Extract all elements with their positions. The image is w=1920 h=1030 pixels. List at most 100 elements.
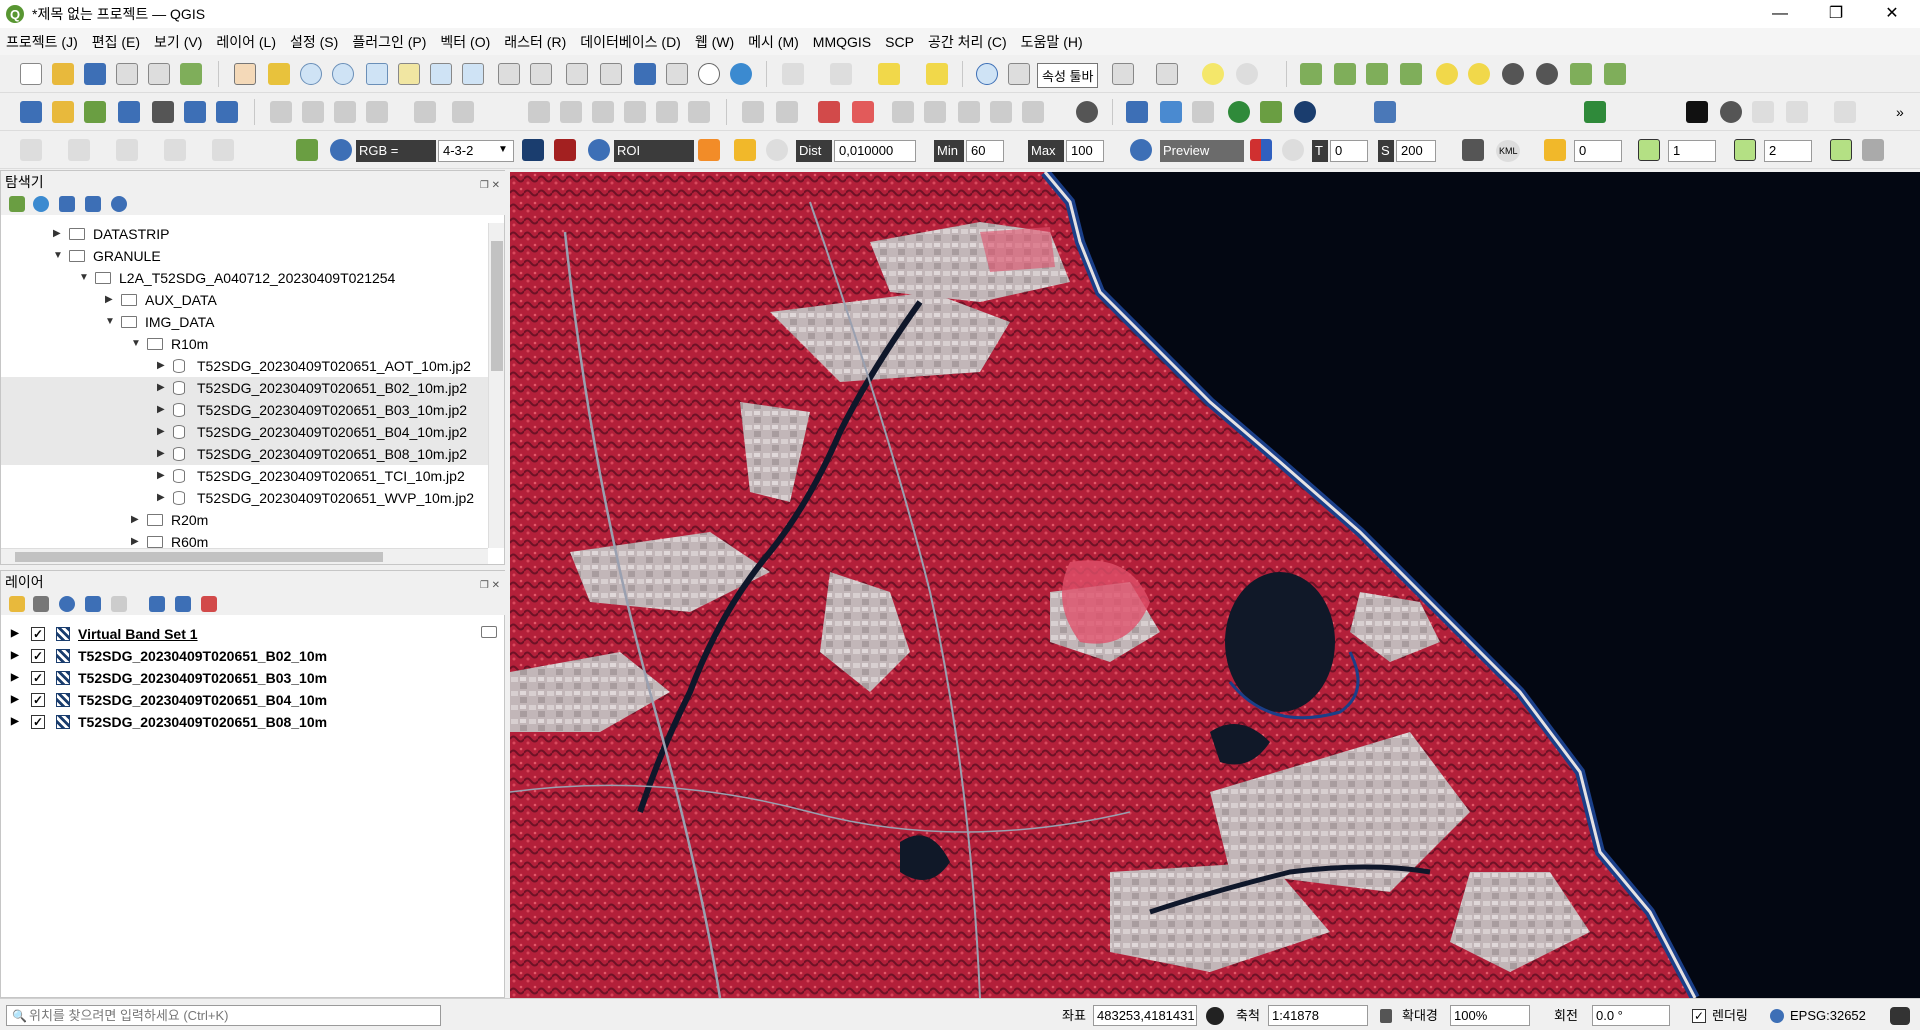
run-1-icon[interactable] [1638, 139, 1660, 161]
toggle-editing-icon[interactable] [302, 101, 324, 123]
menu-raster[interactable]: 래스터 (R) [504, 32, 566, 52]
overflow-chevron-icon[interactable]: » [1896, 101, 1918, 123]
shape-tool-2-icon[interactable] [68, 139, 90, 161]
new-geopackage-icon[interactable] [52, 101, 74, 123]
label-highlight-icon[interactable] [818, 101, 840, 123]
menu-processing[interactable]: 공간 처리 (C) [928, 32, 1007, 52]
roi-tool-2-icon[interactable] [554, 139, 576, 161]
redo-preview-icon[interactable] [1282, 139, 1304, 161]
rotation-spin[interactable]: 0.0 ° [1592, 1005, 1670, 1026]
scp-tool-icon[interactable] [1584, 101, 1606, 123]
crs-label[interactable]: EPSG:32652 [1790, 1005, 1866, 1026]
pan-hand-icon[interactable] [234, 63, 256, 85]
menu-help[interactable]: 도움말 (H) [1021, 32, 1083, 52]
browser-item[interactable]: ▶ DATASTRIP [1, 223, 488, 245]
coord-field[interactable]: 483253,4181431 [1093, 1005, 1197, 1026]
add-wms-icon[interactable] [152, 101, 174, 123]
expand-right-icon[interactable]: ▶ [105, 289, 113, 311]
sync-icon[interactable] [1228, 101, 1250, 123]
georeferencer-icon[interactable] [1160, 101, 1182, 123]
render-checkbox[interactable]: ✓ [1692, 1009, 1706, 1023]
layer-visibility-checkbox[interactable]: ✓ [31, 715, 45, 729]
zoom-layer-icon[interactable] [430, 63, 452, 85]
label-options-icon[interactable] [990, 101, 1012, 123]
kml-label[interactable]: KML [1496, 140, 1520, 162]
new-bookmark-icon[interactable] [634, 63, 656, 85]
expand-down-icon[interactable]: ▼ [105, 311, 115, 333]
browser-hscrollbar[interactable] [1, 548, 488, 564]
move-label-icon[interactable] [892, 101, 914, 123]
data-source-manager-icon[interactable] [20, 101, 42, 123]
redo-icon[interactable] [688, 101, 710, 123]
expand-right-icon[interactable]: ▶ [157, 399, 165, 421]
zoom-full-icon[interactable] [366, 63, 388, 85]
new-project-icon[interactable] [20, 63, 42, 85]
band-set-icon[interactable] [296, 139, 318, 161]
menu-layer[interactable]: 레이어 (L) [216, 32, 276, 52]
zoom-out-icon[interactable] [332, 63, 354, 85]
expand-down-icon[interactable]: ▼ [53, 245, 63, 267]
modify-attributes-icon[interactable] [452, 101, 474, 123]
menu-project[interactable]: 프로젝트 (J) [6, 32, 78, 52]
grid-tool-icon[interactable] [1862, 139, 1884, 161]
expand-right-icon[interactable]: ▶ [131, 531, 139, 548]
zoom-preview-icon[interactable] [1130, 139, 1152, 161]
reload-icon[interactable] [1786, 101, 1808, 123]
menu-view[interactable]: 보기 (V) [154, 32, 202, 52]
min-input[interactable]: 60 [966, 140, 1004, 162]
histogram-4-icon[interactable] [1400, 63, 1422, 85]
add-icon[interactable] [1752, 101, 1774, 123]
expand-right-icon[interactable]: ▶ [53, 223, 61, 245]
undo-icon[interactable] [656, 101, 678, 123]
layer-visibility-checkbox[interactable]: ✓ [31, 693, 45, 707]
zoom-selection-icon[interactable] [398, 63, 420, 85]
t-input[interactable]: 0 [1330, 140, 1368, 162]
menu-web[interactable]: 웹 (W) [695, 32, 734, 52]
layer-item[interactable]: ▶ ✓ T52SDG_20230409T020651_B04_10m [1, 689, 504, 711]
add-vector-icon[interactable] [84, 101, 106, 123]
gamma-up-icon[interactable] [1570, 63, 1592, 85]
show-bookmarks-icon[interactable] [666, 63, 688, 85]
messages-icon[interactable] [1890, 1007, 1910, 1025]
label-options-2-icon[interactable] [1022, 101, 1044, 123]
expand-right-icon[interactable]: ▶ [157, 355, 165, 377]
browser-item[interactable]: ▼ R10m [1, 333, 488, 355]
layer-visibility-checkbox[interactable]: ✓ [31, 627, 45, 641]
zoom-next-icon[interactable] [530, 63, 552, 85]
run-3-icon[interactable] [1830, 139, 1852, 161]
browser-item[interactable]: ▶ T52SDG_20230409T020651_B03_10m.jp2 [1, 399, 488, 421]
manage-themes-icon[interactable] [59, 596, 75, 612]
python-console-icon[interactable] [1126, 101, 1148, 123]
maximize-button[interactable]: ❐ [1808, 0, 1864, 28]
layer-item[interactable]: ▶ ✓ Virtual Band Set 1 [1, 623, 504, 645]
layer-item[interactable]: ▶ ✓ T52SDG_20230409T020651_B02_10m [1, 645, 504, 667]
record-icon[interactable] [1686, 101, 1708, 123]
expand-right-icon[interactable]: ▶ [157, 487, 165, 509]
expand-down-icon[interactable]: ▼ [79, 267, 89, 289]
browser-item[interactable]: ▶ AUX_DATA [1, 289, 488, 311]
histogram-icon[interactable] [1300, 63, 1322, 85]
chart-icon[interactable] [1834, 101, 1856, 123]
add-raster-icon[interactable] [118, 101, 140, 123]
sun-minus-icon[interactable] [1468, 63, 1490, 85]
vertex-tool-icon[interactable] [414, 101, 436, 123]
browser-vscrollbar[interactable] [488, 223, 504, 548]
new-3d-view-icon[interactable] [600, 63, 622, 85]
globe-icon[interactable] [1294, 101, 1316, 123]
menu-mesh[interactable]: 메시 (M) [748, 32, 799, 52]
contrast-minus-icon[interactable] [1536, 63, 1558, 85]
select-location-icon[interactable] [926, 63, 948, 85]
layer-style-icon[interactable] [9, 596, 25, 612]
histogram-2-icon[interactable] [1334, 63, 1356, 85]
zoom-native-icon[interactable] [462, 63, 484, 85]
filter-legend-icon[interactable] [85, 596, 101, 612]
zoom-image-icon[interactable] [330, 139, 352, 161]
temporal-controller-icon[interactable] [698, 63, 720, 85]
menu-scp[interactable]: SCP [885, 34, 914, 50]
add-mesh-icon[interactable] [184, 101, 206, 123]
field-calculator-icon[interactable] [1112, 63, 1134, 85]
browser-item[interactable]: ▶ T52SDG_20230409T020651_WVP_10m.jp2 [1, 487, 488, 509]
layer-stack-icon[interactable] [1260, 101, 1282, 123]
max-input[interactable]: 100 [1066, 140, 1104, 162]
save-project-icon[interactable] [84, 63, 106, 85]
